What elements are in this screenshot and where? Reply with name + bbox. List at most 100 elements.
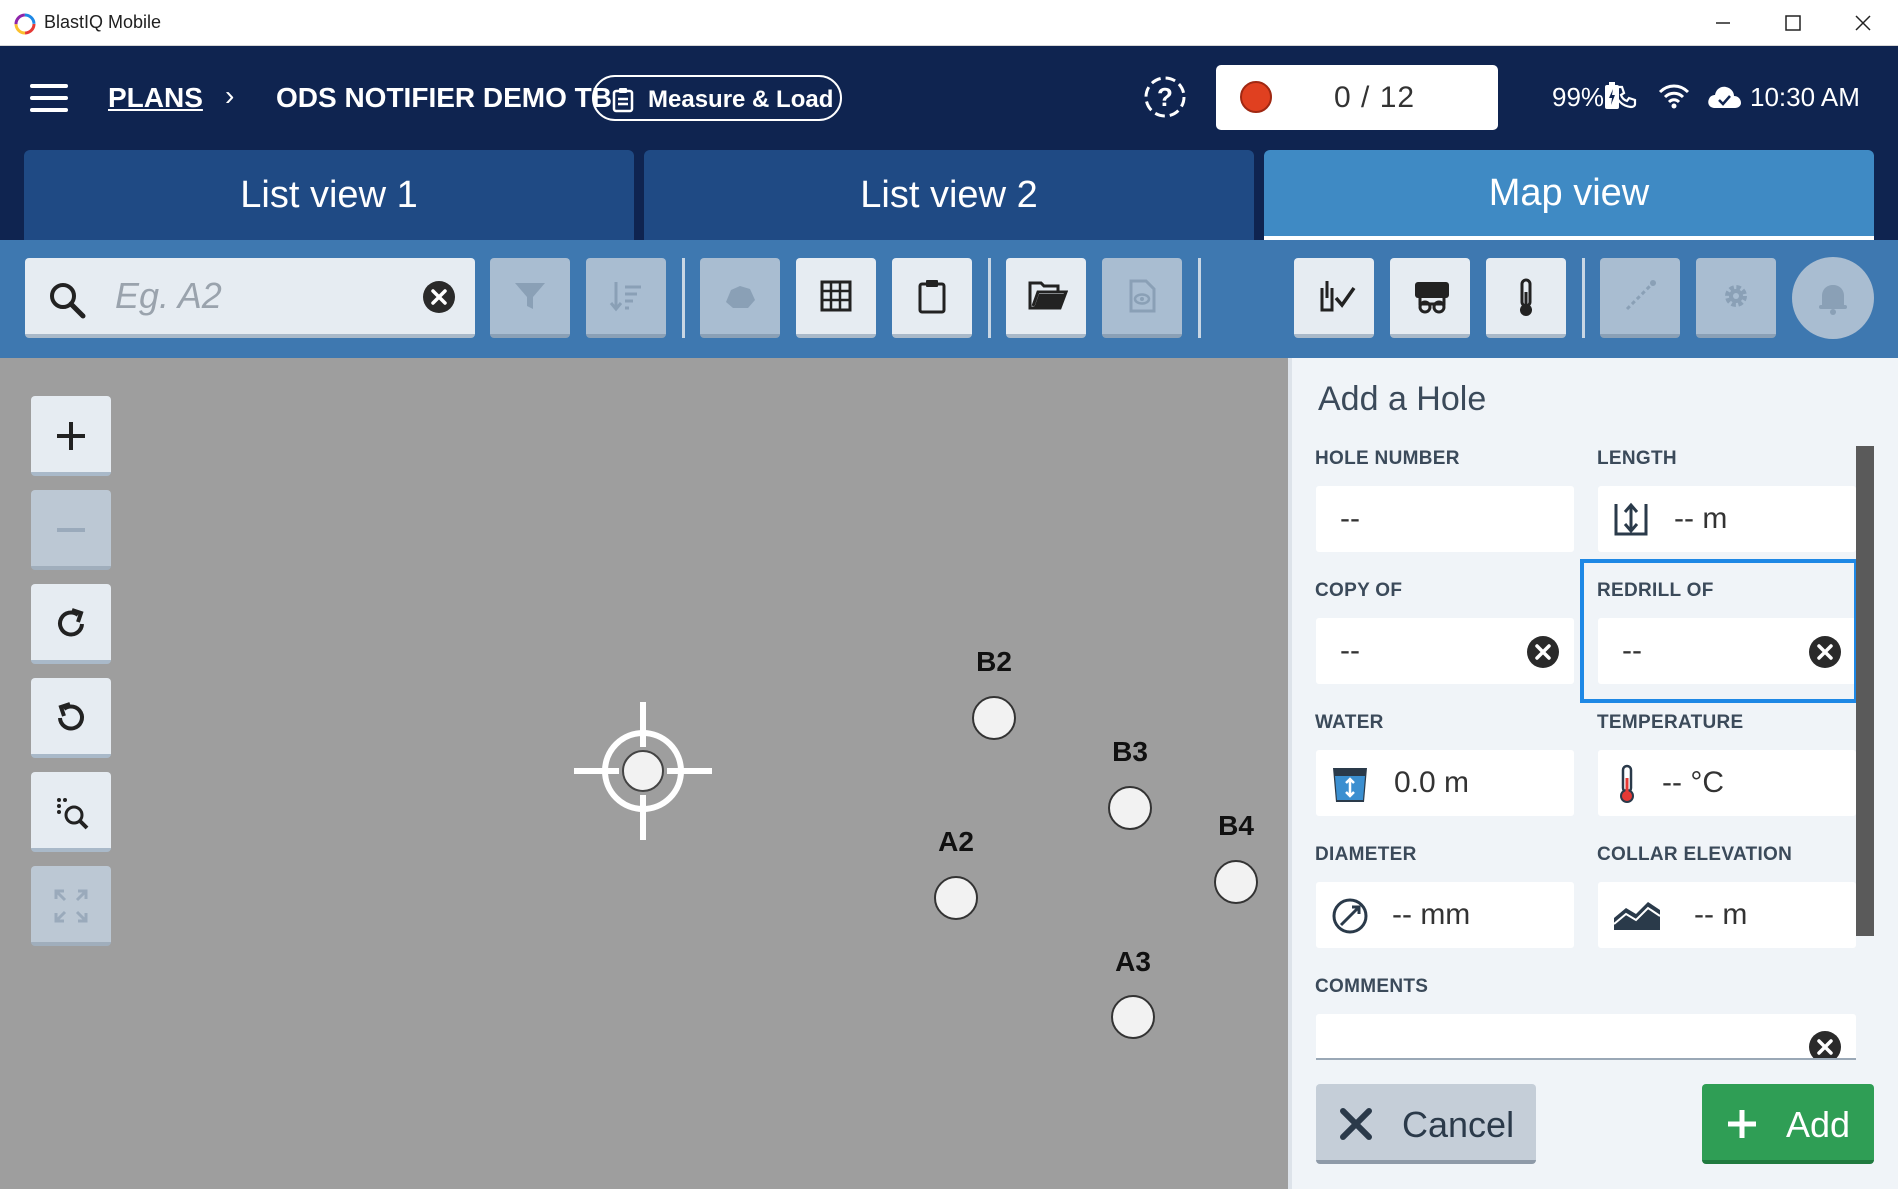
hole-marker[interactable] (1214, 860, 1258, 904)
hole-label: A3 (1115, 946, 1151, 977)
tab-list-view-2[interactable]: List view 2 (644, 150, 1254, 240)
app-window: BlastIQ Mobile PLANS › ODS NOTIFIER DEMO… (0, 0, 1898, 1189)
tab-list-view-1[interactable]: List view 1 (24, 150, 634, 240)
help-circle-icon[interactable]: ? (1142, 74, 1188, 120)
truck-button[interactable] (1390, 258, 1470, 338)
file-view-icon (1129, 279, 1156, 313)
clipboard-button[interactable] (892, 258, 972, 338)
grid-icon (820, 280, 852, 312)
bell-icon (1819, 285, 1847, 315)
measure-button[interactable] (1600, 258, 1680, 338)
zoom-out-button[interactable] (31, 490, 111, 570)
menu-icon[interactable] (30, 84, 68, 114)
length-field[interactable]: -- m (1598, 486, 1856, 552)
mode-badge[interactable]: Measure & Load (592, 75, 842, 121)
length-value: -- m (1674, 502, 1728, 535)
toolbar-divider (682, 258, 685, 338)
rotate-clockwise-button[interactable] (31, 584, 111, 664)
truck-icon (1415, 282, 1449, 314)
clear-copy-of-icon[interactable] (1526, 635, 1560, 669)
window-title: BlastIQ Mobile (44, 12, 162, 32)
gear-icon (1725, 285, 1747, 307)
maximize-button[interactable] (1758, 0, 1828, 46)
sort-button[interactable] (586, 258, 666, 338)
sort-icon (609, 282, 641, 312)
panel-scrollbar[interactable] (1856, 446, 1874, 936)
cloud-sync-icon (1708, 86, 1741, 108)
hole-number-label: HOLE NUMBER (1315, 448, 1460, 469)
toolbar-divider (1198, 258, 1201, 338)
diameter-label: DIAMETER (1315, 844, 1417, 865)
settings-button[interactable] (1696, 258, 1776, 338)
hole-label: B3 (1112, 736, 1148, 767)
temperature-label: TEMPERATURE (1597, 712, 1744, 733)
clear-comments-icon[interactable] (1808, 1030, 1842, 1060)
temperature-button[interactable] (1486, 258, 1566, 338)
minimize-icon (1716, 22, 1730, 24)
search-icon (50, 283, 86, 319)
add-button[interactable]: Add (1702, 1084, 1874, 1164)
copy-of-field[interactable]: -- (1316, 618, 1574, 684)
preview-file-button[interactable] (1102, 258, 1182, 338)
add-label: Add (1786, 1104, 1851, 1145)
water-label: WATER (1315, 712, 1384, 733)
x-icon (1340, 1108, 1372, 1140)
plan-name: ODS NOTIFIER DEMO TB (276, 82, 612, 113)
hole-marker[interactable] (934, 876, 978, 920)
clear-search-icon[interactable] (422, 280, 456, 314)
copy-of-label: COPY OF (1315, 580, 1403, 601)
fit-to-screen-button[interactable] (31, 866, 111, 946)
cancel-button[interactable]: Cancel (1316, 1084, 1536, 1164)
zoom-selection-icon (57, 798, 89, 830)
zoom-to-selection-button[interactable] (31, 772, 111, 852)
hole-number-field[interactable]: -- (1316, 486, 1574, 552)
minus-icon (57, 528, 85, 532)
record-status-dot (1240, 81, 1272, 113)
diameter-field[interactable]: -- mm (1316, 882, 1574, 948)
open-folder-button[interactable] (1006, 258, 1086, 338)
minimize-button[interactable] (1688, 0, 1758, 46)
toolbar-divider (1582, 258, 1585, 338)
crosshair-target-icon (574, 702, 712, 840)
dip-tape-icon (1625, 280, 1656, 311)
collar-elevation-field[interactable]: -- m (1598, 882, 1856, 948)
comments-field[interactable] (1316, 1014, 1856, 1060)
diameter-icon (1332, 898, 1368, 934)
rotate-counterclockwise-button[interactable] (31, 678, 111, 758)
wifi-icon (1658, 84, 1690, 109)
collar-elevation-value: -- m (1694, 898, 1748, 931)
water-field[interactable]: 0.0 m (1316, 750, 1574, 816)
search-input[interactable] (115, 274, 415, 318)
clipboard-icon (918, 280, 946, 314)
breadcrumb-separator: › (225, 80, 235, 111)
notifications-button[interactable] (1792, 257, 1874, 339)
focus-highlight (1580, 559, 1858, 703)
load-check-button[interactable] (1294, 258, 1374, 338)
hole-marker[interactable] (1111, 995, 1155, 1039)
collar-elevation-label: COLLAR ELEVATION (1597, 844, 1793, 865)
filter-icon (515, 283, 545, 309)
diameter-value: -- mm (1392, 898, 1471, 931)
hole-marker[interactable] (972, 696, 1016, 740)
app-header: PLANS › ODS NOTIFIER DEMO TB Measure & L… (0, 46, 1898, 150)
temperature-field[interactable]: -- °C (1598, 750, 1856, 816)
clock-time: 10:30 AM (1750, 82, 1860, 112)
breadcrumb-plans-link[interactable]: PLANS (108, 82, 203, 114)
close-window-button[interactable] (1828, 0, 1898, 46)
rock-button[interactable] (700, 258, 780, 338)
thermometer-red-icon (1620, 764, 1634, 803)
length-icon (1614, 502, 1648, 536)
toolbar-divider (988, 258, 991, 338)
zoom-in-button[interactable] (31, 396, 111, 476)
grid-view-button[interactable] (796, 258, 876, 338)
tab-map-view[interactable]: Map view (1264, 150, 1874, 240)
phone-icon (1613, 85, 1637, 109)
map-canvas[interactable]: B2 B3 A2 B4 A3 (0, 358, 1288, 1189)
folder-open-icon (1028, 281, 1068, 310)
copy-of-value: -- (1340, 634, 1360, 667)
record-progress-box[interactable]: 0 / 12 (1216, 65, 1498, 130)
filter-button[interactable] (490, 258, 570, 338)
hole-label: B4 (1218, 810, 1254, 841)
view-tabs: List view 1 List view 2 Map view (0, 150, 1898, 240)
hole-marker[interactable] (1108, 786, 1152, 830)
